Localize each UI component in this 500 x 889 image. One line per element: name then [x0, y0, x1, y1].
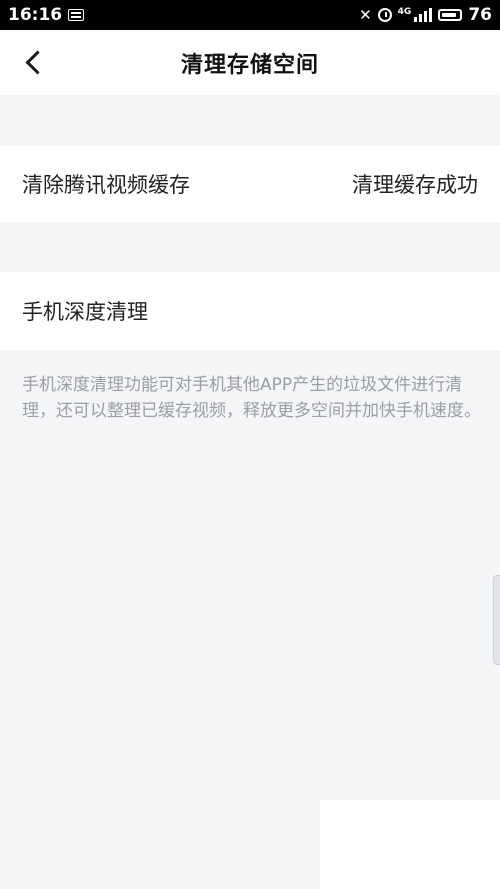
- battery-level: 76: [468, 5, 492, 25]
- header-bar: 清理存储空间: [0, 30, 500, 95]
- back-button[interactable]: [14, 42, 54, 82]
- network-label: 4G: [397, 7, 412, 17]
- page-title: 清理存储空间: [180, 52, 319, 78]
- bottom-panel: [320, 800, 500, 889]
- status-bar: 16:16 ✕ 4G 76: [0, 0, 500, 30]
- battery-icon: [438, 9, 463, 21]
- signal-icon: 4G: [398, 8, 433, 22]
- muted-notification-icon: ✕: [359, 6, 372, 24]
- clear-cache-label: 清除腾讯视频缓存: [22, 173, 190, 197]
- status-right: ✕ 4G 76: [359, 5, 492, 25]
- alarm-icon: [377, 8, 392, 22]
- deep-clean-row[interactable]: 手机深度清理: [0, 272, 500, 350]
- status-left: 16:16: [8, 5, 85, 25]
- floating-edge-handle[interactable]: [493, 575, 500, 665]
- deep-clean-label: 手机深度清理: [22, 300, 148, 324]
- clear-cache-status: 清理缓存成功: [352, 173, 478, 197]
- status-time: 16:16: [8, 5, 63, 25]
- chevron-left-icon: [24, 49, 50, 75]
- clear-cache-row[interactable]: 清除腾讯视频缓存 清理缓存成功: [0, 146, 500, 222]
- news-icon: [68, 9, 85, 21]
- deep-clean-description: 手机深度清理功能可对手机其他APP产生的垃圾文件进行清理，还可以整理已缓存视频，…: [22, 375, 481, 421]
